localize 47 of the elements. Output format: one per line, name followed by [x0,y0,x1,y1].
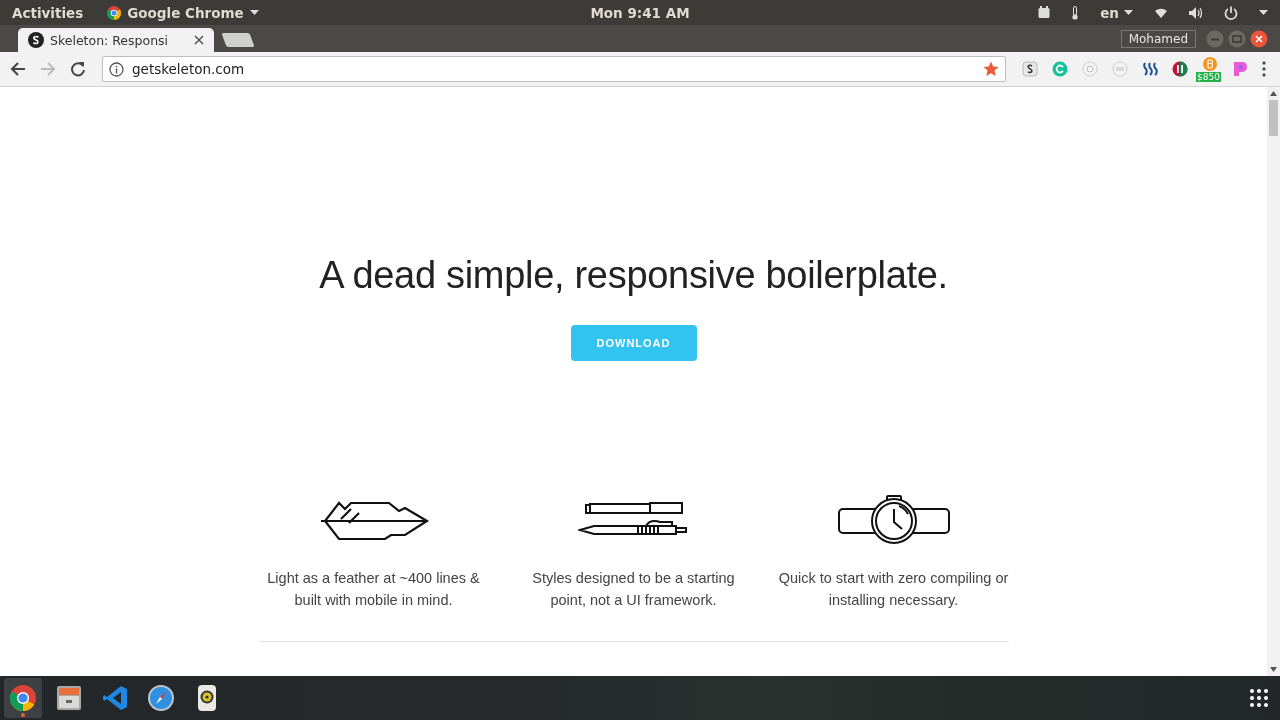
app-menu[interactable]: Google Chrome [127,4,244,21]
chrome-icon [9,684,37,712]
price-badge: $850 [1196,72,1221,82]
code-editor-icon [101,684,129,712]
clock[interactable]: Mon 9:41 AM [590,4,690,21]
caret-icon[interactable] [1259,10,1268,15]
calendar-icon[interactable] [1038,6,1051,19]
caret-icon [1124,10,1133,15]
file-cabinet-icon [55,684,83,712]
language-menu[interactable]: en [1100,4,1119,21]
bars-icon[interactable] [1172,61,1188,77]
new-tab-button[interactable] [221,33,255,47]
activities-button[interactable]: Activities [12,4,84,21]
hero-heading: A dead simple, responsive boilerplate. [319,253,948,298]
back-icon[interactable] [10,61,26,77]
feature-description: Quick to start with zero compiling or installing necessary. [777,569,1010,610]
chrome-icon [107,5,122,20]
profile-button[interactable]: Mohamed [1120,29,1196,48]
compass-icon [147,684,175,712]
square-icon[interactable] [1022,61,1038,77]
info-icon [109,61,124,77]
volume-icon[interactable] [1189,6,1203,19]
close-icon[interactable] [194,35,204,45]
feature-description: Light as a feather at ~400 lines & built with mobile in mind. [266,569,481,610]
tab-title: Skeleton: Responsi [50,32,170,48]
power-icon[interactable] [1224,5,1238,20]
running-indicator [21,713,25,717]
flag-shape-icon[interactable] [1232,61,1248,77]
scrollbar[interactable] [1267,87,1280,676]
waves-icon[interactable] [1142,61,1158,77]
url-text: getskeleton.com [132,61,245,77]
scroll-thumb[interactable] [1269,100,1278,136]
wifi-icon[interactable] [1154,6,1168,19]
app-grid-icon[interactable] [1250,689,1268,707]
address-bar[interactable]: getskeleton.com [102,56,1006,82]
more-menu-icon[interactable] [1262,61,1266,77]
feature-description: Styles designed to be a starting point, not a UI framework. [531,569,736,610]
browser-tab[interactable]: Skeleton: Responsi [18,28,214,52]
caret-icon [249,10,259,15]
scroll-down-icon[interactable] [1270,667,1277,672]
thermometer-icon[interactable] [1071,5,1080,20]
star-icon[interactable] [983,61,999,77]
dock-item[interactable] [4,678,42,718]
reload-icon[interactable] [70,61,86,77]
close-icon[interactable] [1250,29,1268,48]
favicon-icon [28,32,44,48]
scroll-up-icon[interactable] [1270,91,1277,96]
